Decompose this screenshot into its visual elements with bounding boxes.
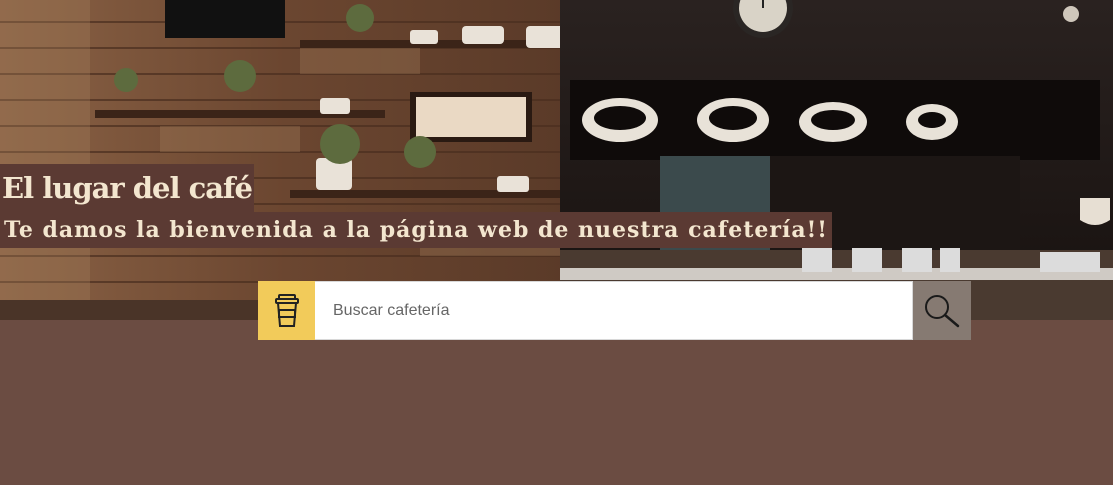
magnifier-icon <box>925 294 960 327</box>
search-input[interactable] <box>315 281 913 340</box>
page-subtitle: Te damos la bienvenida a la página web d… <box>4 217 828 243</box>
hero-subtitle-box: Te damos la bienvenida a la página web d… <box>0 212 832 248</box>
search-button[interactable] <box>913 281 971 340</box>
page-title: El lugar del café <box>2 171 253 205</box>
coffee-cup-icon <box>274 293 299 327</box>
search-bar <box>258 281 971 340</box>
cafe-background-image <box>0 0 1113 320</box>
hero-banner: El lugar del café Te damos la bienvenida… <box>0 0 1113 320</box>
hero-title-box: El lugar del café <box>0 164 254 212</box>
search-leading-icon-box <box>258 281 315 340</box>
